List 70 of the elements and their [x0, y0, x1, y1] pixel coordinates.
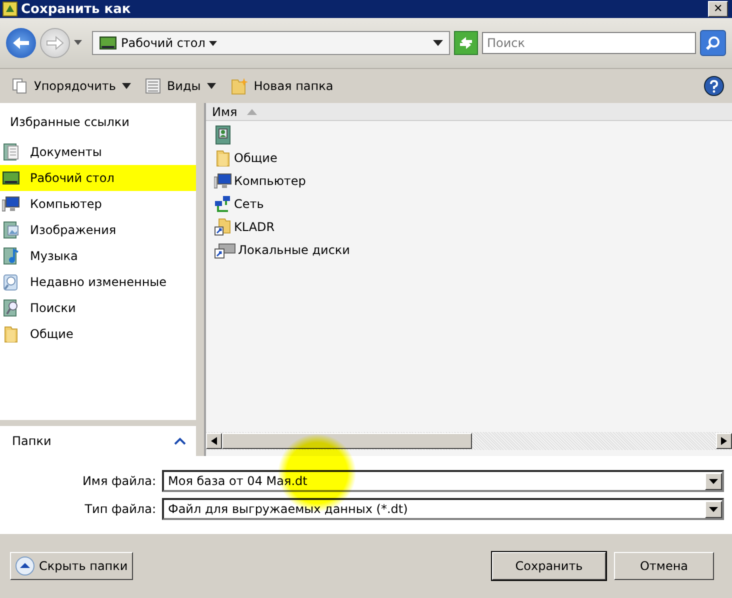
- refresh-arrows-icon: [458, 35, 474, 51]
- dropdown-caret-icon: [433, 40, 443, 46]
- app-icon: [2, 1, 18, 17]
- chevron-up-circle-icon: [15, 556, 35, 576]
- column-header[interactable]: Имя: [206, 103, 732, 121]
- views-button[interactable]: Виды: [140, 76, 220, 96]
- back-arrow-icon: [12, 36, 30, 50]
- left-arrow-icon: [211, 437, 217, 445]
- pictures-icon: [2, 221, 20, 239]
- folder-icon: [214, 148, 232, 166]
- sort-arrow-icon: [247, 108, 258, 114]
- file-item[interactable]: Сеть: [214, 192, 732, 215]
- search-icon: [705, 35, 721, 51]
- combo-box[interactable]: Файл для выгружаемых данных (*.dt): [162, 498, 724, 520]
- refresh-button[interactable]: [454, 31, 478, 55]
- horizontal-scrollbar[interactable]: [206, 432, 732, 450]
- sidebar-item[interactable]: Музыка: [0, 243, 196, 269]
- sidebar-item[interactable]: Изображения: [0, 217, 196, 243]
- list-view-icon: [144, 78, 161, 94]
- hide-folders-button[interactable]: Скрыть папки: [10, 552, 133, 580]
- cancel-button[interactable]: Отмена: [614, 552, 714, 580]
- folders-toggle[interactable]: Папки: [0, 426, 196, 456]
- sidebar-item[interactable]: Рабочий стол: [0, 165, 196, 191]
- desktop-icon: [99, 34, 117, 52]
- file-item[interactable]: Локальные диски: [214, 238, 732, 261]
- chevron-up-icon: [174, 437, 186, 445]
- sidebar-item[interactable]: Общие: [0, 321, 196, 347]
- organize-button[interactable]: Упорядочить: [8, 76, 135, 96]
- file-item[interactable]: Компьютер: [214, 169, 732, 192]
- desktop-icon: [2, 169, 20, 187]
- sidebar-item[interactable]: Поиски: [0, 295, 196, 321]
- back-button[interactable]: [6, 28, 36, 58]
- search-button[interactable]: [700, 30, 726, 56]
- network-icon: [214, 194, 232, 212]
- dropdown-caret-icon: [709, 478, 718, 484]
- caret-icon: [122, 83, 131, 89]
- field-label: Тип файла:: [84, 502, 156, 516]
- location-label: Рабочий стол: [121, 36, 206, 50]
- folder-icon: [2, 325, 20, 343]
- folder-shortcut-icon: [214, 218, 232, 236]
- search-folder-icon: [2, 299, 20, 317]
- pages-icon: [12, 78, 28, 94]
- caret-icon: [209, 40, 218, 46]
- drive-shortcut-icon: [214, 240, 236, 258]
- forward-arrow-icon: [46, 36, 64, 50]
- help-button[interactable]: [704, 76, 724, 96]
- save-button[interactable]: Сохранить: [492, 552, 606, 580]
- scrollbar-thumb[interactable]: [222, 433, 472, 449]
- right-arrow-icon: [721, 437, 727, 445]
- computer-icon: [214, 172, 232, 190]
- address-bar[interactable]: Рабочий стол: [92, 31, 450, 55]
- music-icon: [2, 247, 20, 265]
- favorites-heading: Избранные ссылки: [9, 114, 130, 131]
- close-button[interactable]: ✕: [708, 1, 728, 17]
- new-folder-icon: [230, 77, 248, 95]
- contacts-folder-icon: [214, 124, 232, 144]
- search-field[interactable]: Поиск: [482, 32, 696, 54]
- sidebar-item[interactable]: Компьютер: [0, 191, 196, 217]
- caret-icon: [74, 40, 82, 46]
- caret-icon: [206, 83, 216, 89]
- new-folder-button[interactable]: Новая папка: [226, 75, 338, 97]
- field-label: Имя файла:: [81, 474, 156, 488]
- file-item[interactable]: KLADR: [214, 215, 732, 238]
- sidebar-item[interactable]: Документы: [0, 139, 196, 165]
- dropdown-caret-icon: [709, 506, 718, 512]
- file-type-field[interactable]: Файл для выгружаемых данных (*.dt): [164, 502, 705, 516]
- computer-icon: [2, 195, 20, 213]
- sidebar-item[interactable]: Недавно измененные: [0, 269, 196, 295]
- window-title: Сохранить как: [21, 2, 131, 16]
- file-item[interactable]: Общие: [214, 146, 732, 169]
